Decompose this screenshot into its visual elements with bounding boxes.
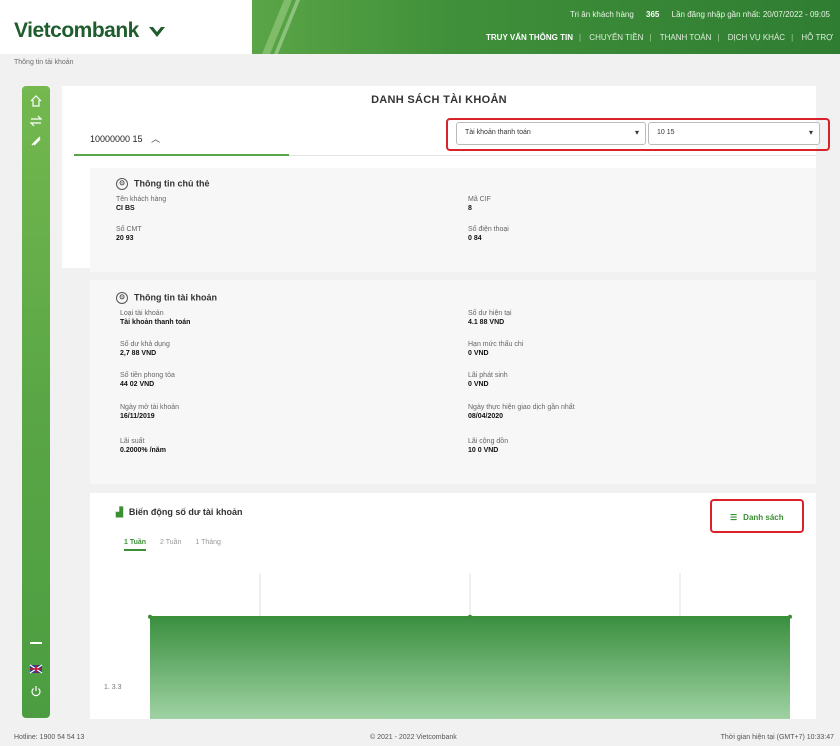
blocked-amount-field: Số tiền phong tỏa 44 02 VND [120,372,175,388]
band-decoration-icon [262,0,300,54]
tab-1-month[interactable]: 1 Tháng [195,539,221,546]
nav-item-support[interactable]: HỖ TRỢ [801,33,833,42]
brand-mark-icon [149,27,166,38]
series-area [150,616,790,719]
tab-2-weeks[interactable]: 2 Tuần [160,539,181,546]
account-info-heading: ⊙ Thông tin tài khoản [116,292,217,304]
uk-flag-icon[interactable] [29,662,43,676]
brand-name: Vietcombank [14,19,139,42]
footer: Hotline: 1900 54 54 13 © 2021 - 2022 Vie… [0,730,840,746]
account-type-field: Loại tài khoản Tài khoản thanh toán [120,310,191,326]
home-icon[interactable] [29,94,43,108]
chart-heading: ▟ Biến động số dư tài khoản [116,507,243,517]
owner-phone-field: Số điện thoại 0 84 [468,226,509,242]
owner-info-heading: ⊙ Thông tin chủ thẻ [116,178,210,190]
open-date-field: Ngày mở tài khoản 16/11/2019 [120,404,180,420]
nav-item-payment[interactable]: THANH TOÁN [660,33,712,42]
info-icon: ⊙ [116,292,128,304]
list-filter-icon: ☰ [730,513,738,522]
nav-item-other[interactable]: DỊCH VỤ KHÁC [728,33,785,42]
highlight-box [446,118,830,151]
owner-name-field: Tên khách hàng CI BS [116,196,167,212]
header-band: Tri ân khách hàng 365 Lần đăng nhập gần … [252,0,840,54]
account-info-section: ⊙ Thông tin tài khoản Loại tài khoản Tài k… [90,280,816,484]
brand-logo[interactable]: Vietcombank [14,19,167,43]
account-toggle[interactable]: 10000000 15 ︿ [90,132,160,145]
nav-item-inquiry[interactable]: TRUY VẤN THÔNG TIN [486,33,573,42]
overdraft-limit-field: Hạn mức thấu chi 0 VND [468,341,524,357]
main-nav: TRUY VẤN THÔNG TIN | CHUYỂN TIỀN | THANH T… [486,33,833,42]
power-icon[interactable] [29,684,43,698]
page-title: DANH SÁCH TÀI KHOẢN [371,94,507,106]
balance-field: Số dư hiện tại 4.1 88 VND [468,310,512,326]
nav-item-transfer[interactable]: CHUYỂN TIỀN [589,33,643,42]
owner-info-section: ⊙ Thông tin chủ thẻ Tên khách hàng CI BS M… [90,168,816,272]
sidebar [22,86,50,718]
user-icon: ⊙ [116,178,128,190]
last-login-text: Lần đăng nhập gần nhất: 20/07/2022 - 09:… [671,10,830,19]
greeting-count: 365 [646,10,660,19]
data-point[interactable] [788,614,792,619]
owner-cif-field: Mã CIF 8 [468,196,491,212]
last-transaction-field: Ngày thực hiện giao dịch gần nhất 08/04/2… [468,404,575,420]
top-info: Tri ân khách hàng 365 Lần đăng nhập gần … [560,10,830,19]
balance-chart-panel: ▟ Biến động số dư tài khoản ☰ Danh sách 1 … [90,493,816,719]
tab-1-week[interactable]: 1 Tuần [124,539,147,551]
y-tick-label: 1. 3.3 [104,684,122,691]
period-tabs: 1 Tuần 2 Tuần 1 Tháng [124,539,233,551]
owner-id-field: Số CMT 20 93 [116,226,142,242]
interest-field: Lãi phát sinh 0 VND [468,372,508,388]
chevron-up-icon: ︿ [151,134,161,144]
hotline-text: Hotline: 1900 54 54 13 [14,734,85,741]
active-underline [74,154,289,156]
data-point[interactable] [148,614,152,619]
chart-bars-icon: ▟ [116,507,123,517]
balance-chart: 1. 3.3 [104,573,792,719]
accrued-interest-field: Lãi cộng dồn 10 0 VND [468,438,509,454]
account-number: 10000000 15 [90,134,143,144]
sidebar-divider [30,642,42,644]
greeting-text: Tri ân khách hàng [570,10,634,19]
card-icon[interactable] [29,134,43,148]
app-header: Vietcombank Tri ân khách hàng 365 Lần đă… [0,0,840,54]
copyright-text: © 2021 - 2022 Vietcombank [370,734,457,741]
transfer-icon[interactable] [29,114,43,128]
data-point[interactable] [468,614,472,619]
interest-rate-field: Lãi suất 0.2000% /năm [120,438,166,454]
breadcrumb[interactable]: Thông tin tài khoản [14,59,74,66]
list-button[interactable]: ☰ Danh sách [710,499,804,533]
current-time-text: Thời gian hiện tại (GMT+7) 10:33:47 [720,734,834,741]
available-balance-field: Số dư khả dụng 2,7 88 VND [120,341,170,357]
